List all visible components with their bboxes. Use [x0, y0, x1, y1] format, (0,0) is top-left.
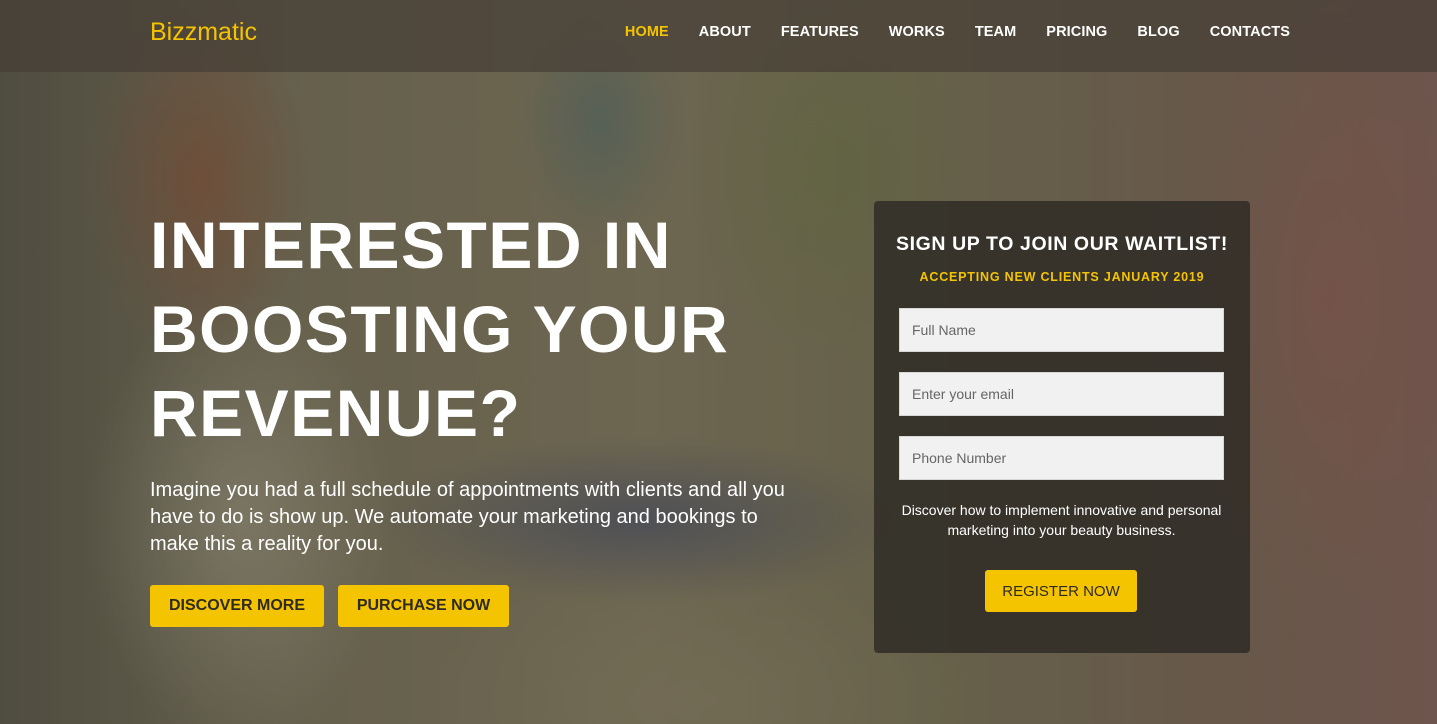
full-name-input[interactable] [899, 308, 1224, 352]
waitlist-signup-card: SIGN UP TO JOIN OUR WAITLIST! ACCEPTING … [874, 201, 1250, 653]
signup-description: Discover how to implement innovative and… [901, 502, 1222, 538]
purchase-now-button[interactable]: PURCHASE NOW [338, 585, 509, 627]
navbar: Bizzmatic HOME ABOUT FEATURES WORKS TEAM… [0, 0, 1437, 72]
brand-logo[interactable]: Bizzmatic [150, 18, 257, 47]
main-nav: HOME ABOUT FEATURES WORKS TEAM PRICING B… [595, 24, 1290, 40]
nav-item-about[interactable]: ABOUT [699, 24, 751, 40]
nav-item-features[interactable]: FEATURES [781, 24, 859, 40]
nav-item-contacts[interactable]: CONTACTS [1210, 24, 1290, 40]
headline-line-2: BOOSTING YOUR [150, 292, 730, 366]
signup-subtitle: ACCEPTING NEW CLIENTS JANUARY 2019 [919, 270, 1205, 284]
headline-line-3: REVENUE? [150, 376, 522, 450]
hero-headline: INTERESTED IN BOOSTING YOUR REVENUE? [150, 203, 850, 455]
nav-item-team[interactable]: TEAM [975, 24, 1016, 40]
discover-more-button[interactable]: DISCOVER MORE [150, 585, 324, 627]
nav-item-home[interactable]: HOME [625, 24, 669, 40]
nav-item-pricing[interactable]: PRICING [1046, 24, 1107, 40]
register-now-button[interactable]: REGISTER NOW [985, 570, 1137, 612]
email-input[interactable] [899, 372, 1224, 416]
phone-number-input[interactable] [899, 436, 1224, 480]
nav-item-works[interactable]: WORKS [889, 24, 945, 40]
signup-title: SIGN UP TO JOIN OUR WAITLIST! [896, 233, 1228, 255]
hero-subtext: Imagine you had a full schedule of appoi… [150, 479, 785, 555]
headline-line-1: INTERESTED IN [150, 208, 672, 282]
nav-item-blog[interactable]: BLOG [1137, 24, 1179, 40]
